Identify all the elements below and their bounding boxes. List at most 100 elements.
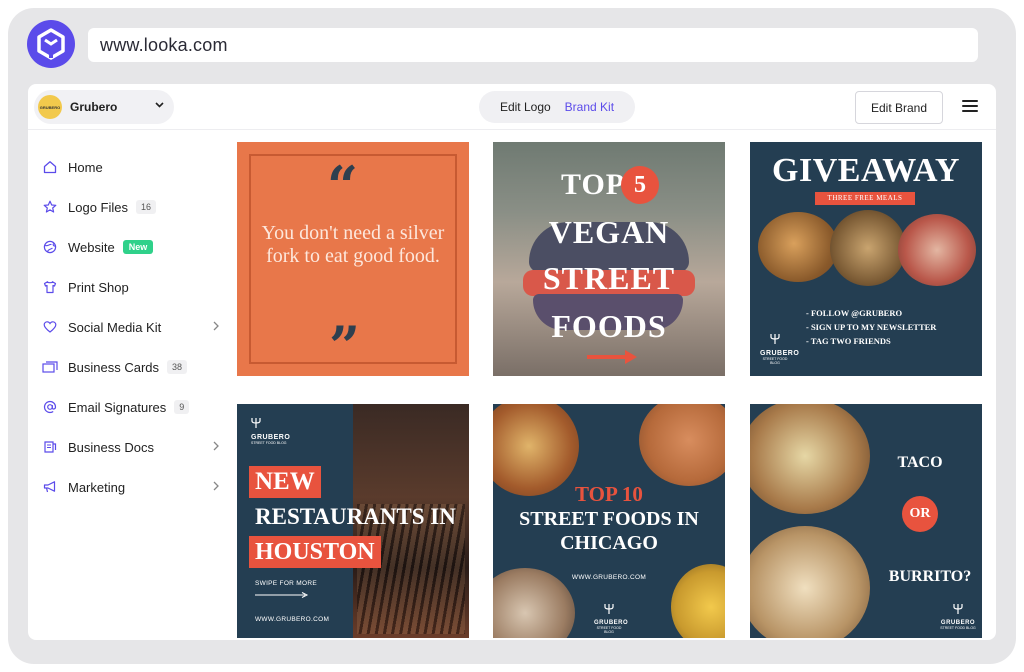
sidebar-item-label: Home [68, 159, 103, 175]
edit-brand-button[interactable]: Edit Brand [855, 91, 943, 124]
giveaway-title: GIVEAWAY [772, 152, 960, 189]
headline-line: CHICAGO [560, 532, 658, 554]
number-badge: 5 [621, 166, 659, 204]
sidebar-item-label: Email Signatures [68, 399, 167, 415]
brand-tagline: STREET FOOD BLOG [940, 626, 976, 630]
url-bar[interactable]: www.looka.com [88, 28, 978, 62]
post-card-giveaway[interactable]: GIVEAWAY THREE FREE MEALS - FOLLOW @GRUB… [750, 142, 982, 376]
headline-top: TOP 10 [575, 482, 643, 506]
sidebar-item-email-signatures[interactable]: Email Signatures 9 [42, 396, 222, 418]
post-card-top10[interactable]: TOP 10 STREET FOODS IN CHICAGO WWW.GRUBE… [493, 404, 725, 638]
social-post-grid: “ You don't need a silver fork to eat go… [237, 142, 985, 640]
food-photo [898, 214, 976, 286]
arrow-right-icon [255, 592, 309, 598]
sidebar-item-marketing[interactable]: Marketing [42, 476, 222, 498]
step-text: - TAG TWO FRIENDS [806, 336, 891, 346]
headline-line: RESTAURANTS IN [255, 504, 456, 529]
brand-name: GRUBERO [760, 350, 800, 357]
post-card-vegan[interactable]: TOP 5 VEGAN STREET FOODS [493, 142, 725, 376]
fork-icon [770, 334, 780, 344]
giveaway-steps: - FOLLOW @GRUBERO - SIGN UP TO MY NEWSLE… [806, 306, 936, 348]
post-card-quote[interactable]: “ You don't need a silver fork to eat go… [237, 142, 469, 376]
step-text: - FOLLOW @GRUBERO [806, 308, 903, 318]
step-text: - SIGN UP TO MY NEWSLETTER [806, 322, 937, 332]
headline-line: STREET [542, 260, 676, 296]
open-quote-icon: “ [327, 154, 359, 218]
count-badge: 16 [135, 200, 156, 214]
sidebar-item-label: Website [68, 239, 115, 255]
heart-icon [42, 319, 58, 335]
card-icon [42, 359, 58, 375]
hamburger-menu-icon[interactable] [962, 100, 978, 113]
quote-text: You don't need a silver fork to eat good… [261, 222, 445, 267]
globe-icon [42, 239, 58, 255]
sidebar-item-social-media-kit[interactable]: Social Media Kit [42, 316, 222, 338]
brand-tagline: STREET FOOD BLOG [762, 357, 788, 365]
sidebar-item-label: Social Media Kit [68, 319, 162, 335]
brand-tagline: STREET FOOD BLOG [251, 441, 287, 445]
brand-name: GRUBERO [251, 434, 291, 441]
app-window: GRUBERO Grubero Edit Logo Brand Kit Edit… [28, 84, 996, 640]
headline-line: VEGAN [548, 214, 670, 250]
brand-mark: GRUBERO STREET FOOD BLOG [760, 332, 800, 365]
fork-icon [251, 418, 261, 428]
swipe-text: SWIPE FOR MORE [255, 580, 317, 587]
sidebar-item-label: Business Docs [68, 439, 154, 455]
brand-mark: GRUBERO STREET FOOD BLOG [251, 416, 291, 445]
docs-icon [42, 439, 58, 455]
at-icon [42, 399, 58, 415]
brand-selector[interactable]: GRUBERO Grubero [34, 90, 174, 124]
count-badge: 38 [167, 360, 188, 374]
chevron-right-icon [212, 439, 220, 453]
fork-icon [604, 604, 614, 614]
arrow-right-icon [587, 350, 637, 364]
sidebar-item-label: Logo Files [68, 199, 128, 215]
tab-edit-logo[interactable]: Edit Logo [500, 100, 551, 114]
editor-tabs: Edit Logo Brand Kit [479, 91, 635, 123]
ribbon-label: THREE FREE MEALS [815, 192, 915, 205]
home-icon [42, 159, 58, 175]
star-icon [42, 199, 58, 215]
looka-logo-icon[interactable] [27, 20, 75, 68]
brand-mark: GRUBERO STREET FOOD BLOG [594, 602, 628, 634]
sidebar-item-business-cards[interactable]: Business Cards 38 [42, 356, 222, 378]
brand-avatar: GRUBERO [38, 95, 62, 119]
headline-top: TOP [561, 168, 626, 201]
sidebar-item-label: Marketing [68, 479, 126, 495]
food-photo [639, 404, 725, 486]
megaphone-icon [42, 479, 58, 495]
sidebar-item-print-shop[interactable]: Print Shop [42, 276, 222, 298]
chevron-down-icon [155, 100, 164, 111]
sidebar-item-label: Print Shop [68, 279, 129, 295]
or-badge: OR [902, 496, 938, 532]
post-card-restaurants[interactable]: GRUBERO STREET FOOD BLOG NEW RESTAURANTS… [237, 404, 469, 638]
food-photo [758, 212, 838, 282]
headline-line: BURRITO? [888, 568, 972, 585]
sidebar-item-label: Business Cards [68, 359, 160, 375]
sidebar-item-home[interactable]: Home [42, 156, 222, 178]
top-bar: GRUBERO Grubero Edit Logo Brand Kit Edit… [28, 84, 996, 130]
brand-name: Grubero [70, 100, 118, 114]
count-badge: 9 [174, 400, 190, 414]
new-badge: New [122, 240, 154, 254]
headline-line: NEW [249, 466, 321, 498]
chevron-right-icon [212, 479, 220, 493]
brand-mark: GRUBERO STREET FOOD BLOG [940, 602, 976, 630]
fork-icon [953, 604, 963, 614]
close-quote-icon: ” [329, 314, 361, 376]
website-url: WWW.GRUBERO.COM [571, 574, 647, 581]
website-url: WWW.GRUBERO.COM [255, 616, 330, 623]
sidebar-item-business-docs[interactable]: Business Docs [42, 436, 222, 458]
sidebar-item-website[interactable]: Website New [42, 236, 222, 258]
burrito-photo [750, 526, 870, 638]
chevron-right-icon [212, 319, 220, 333]
headline-line: STREET FOODS IN [519, 508, 699, 530]
headline-line: TACO [897, 454, 943, 471]
tab-brand-kit[interactable]: Brand Kit [565, 100, 614, 114]
taco-photo [750, 404, 870, 514]
headline-line: HOUSTON [249, 536, 381, 568]
shirt-icon [42, 279, 58, 295]
post-card-taco-burrito[interactable]: TACO OR BURRITO? GRUBERO STREET FOOD BLO… [750, 404, 982, 638]
sidebar-item-logo-files[interactable]: Logo Files 16 [42, 196, 222, 218]
headline-line: FOODS [551, 308, 667, 344]
